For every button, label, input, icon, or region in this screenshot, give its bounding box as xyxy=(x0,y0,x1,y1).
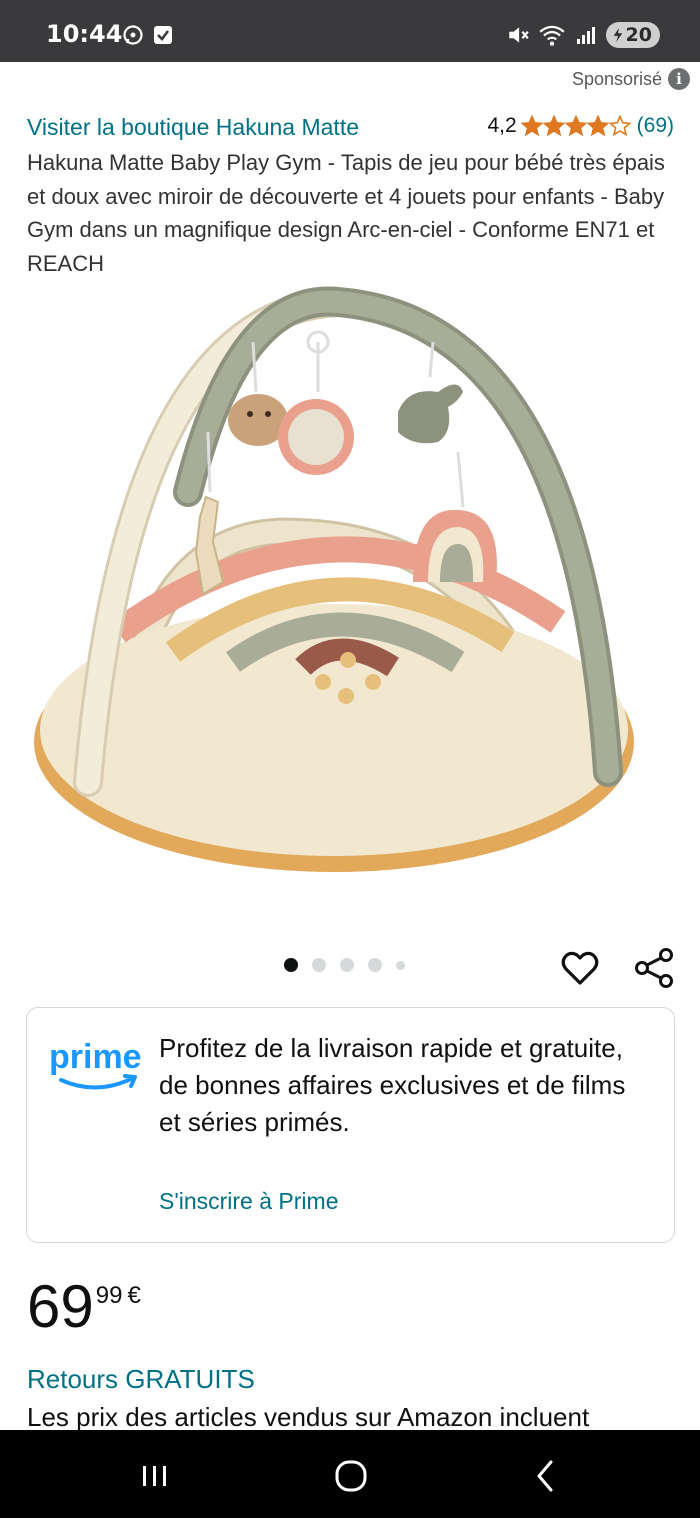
prime-logo: prime xyxy=(49,1038,142,1090)
system-icons: 20 xyxy=(506,22,660,48)
price-fraction: 99 xyxy=(95,1282,123,1309)
star-empty-icon xyxy=(608,115,631,137)
wifi-icon xyxy=(539,25,565,46)
rating-value: 4,2 xyxy=(487,114,517,137)
sponsored-label: Sponsorisé xyxy=(571,68,662,89)
battery-level: 20 xyxy=(625,24,652,46)
wishlist-heart-icon[interactable] xyxy=(559,948,601,990)
rating-count[interactable]: (69) xyxy=(637,114,674,138)
back-icon[interactable] xyxy=(525,1454,569,1498)
product-title[interactable]: Hakuna Matte Baby Play Gym - Tapis de je… xyxy=(27,146,677,280)
star-filled-icon xyxy=(586,115,609,137)
battery-indicator: 20 xyxy=(605,22,660,48)
price-currency: € xyxy=(127,1282,141,1309)
checkbox-notification-icon xyxy=(154,26,172,44)
signal-icon xyxy=(576,27,595,44)
prime-promo-card: prime Profitez de la livraison rapide et… xyxy=(26,1007,675,1243)
carousel-dots[interactable] xyxy=(284,958,405,972)
price: 69 99 € xyxy=(27,1272,141,1342)
star-filled-icon xyxy=(520,115,543,137)
info-icon[interactable]: i xyxy=(668,68,690,90)
carousel-dot[interactable] xyxy=(284,958,298,972)
whatsapp-icon xyxy=(123,25,143,45)
prime-logo-text: prime xyxy=(49,1038,142,1076)
carousel-dot[interactable] xyxy=(340,958,354,972)
recent-apps-icon[interactable] xyxy=(133,1454,177,1498)
status-bar: 10:44 20 xyxy=(0,0,700,62)
product-image[interactable] xyxy=(18,282,684,892)
mute-icon xyxy=(508,27,529,43)
tax-note: Les prix des articles vendus sur Amazon … xyxy=(27,1402,590,1432)
carousel-dot[interactable] xyxy=(312,958,326,972)
rating-stars xyxy=(520,115,631,137)
home-icon[interactable] xyxy=(329,1454,373,1498)
carousel-dot[interactable] xyxy=(368,958,382,972)
star-filled-icon xyxy=(542,115,565,137)
sponsored-badge[interactable]: Sponsorisé i xyxy=(572,68,690,90)
prime-signup-link[interactable]: S'inscrire à Prime xyxy=(159,1188,339,1215)
free-returns-link[interactable]: Retours GRATUITS xyxy=(27,1364,255,1395)
price-whole: 69 xyxy=(27,1273,94,1340)
store-link[interactable]: Visiter la boutique Hakuna Matte xyxy=(27,114,359,141)
star-filled-icon xyxy=(564,115,587,137)
share-icon[interactable] xyxy=(632,946,676,990)
status-time: 10:44 xyxy=(46,20,123,48)
prime-promo-text: Profitez de la livraison rapide et gratu… xyxy=(159,1033,626,1137)
notification-icons xyxy=(122,24,174,46)
battery-icon xyxy=(613,28,622,42)
carousel-dot[interactable] xyxy=(396,960,405,970)
navigation-bar xyxy=(0,1430,700,1518)
rating[interactable]: 4,2 (69) xyxy=(487,114,674,138)
